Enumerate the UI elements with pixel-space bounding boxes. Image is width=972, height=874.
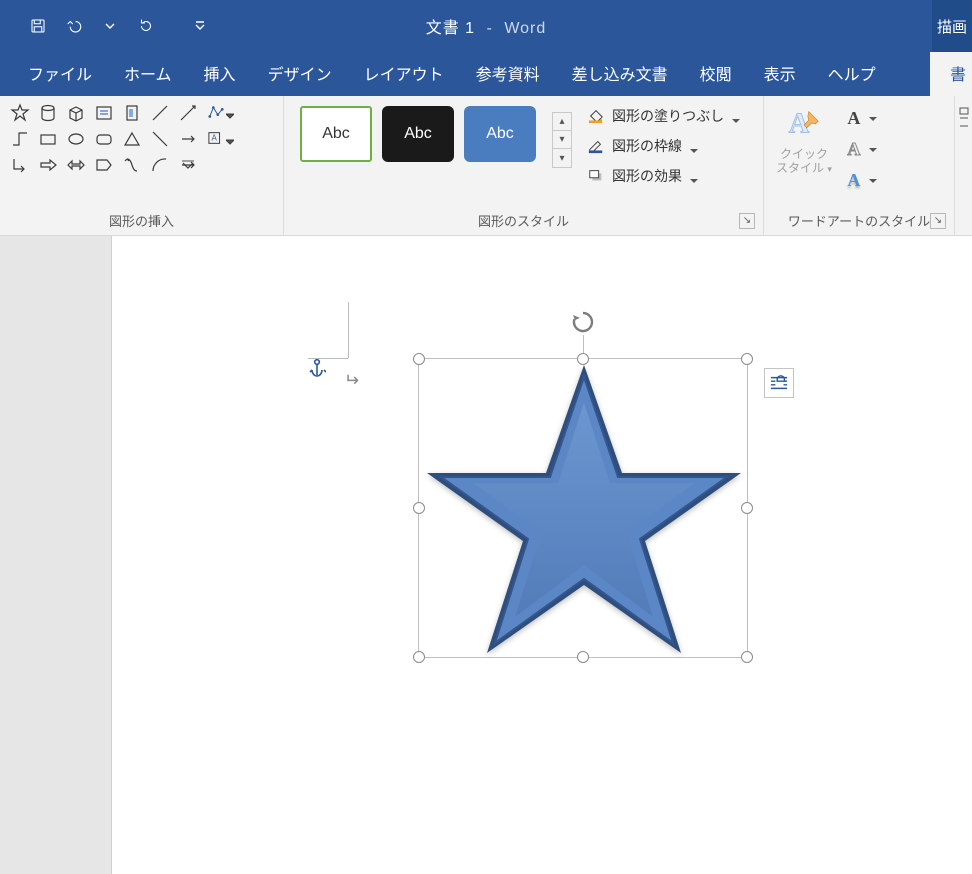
ribbon-tabs: ファイル ホーム 挿入 デザイン レイアウト 参考資料 差し込み文書 校閲 表示… <box>0 52 972 96</box>
shape-style-commands: 図形の塗りつぶし 図形の枠線 図形の効果 <box>582 100 744 188</box>
shape-star-icon[interactable] <box>6 100 34 126</box>
tab-mailings[interactable]: 差し込み文書 <box>556 51 684 96</box>
effects-icon <box>586 167 606 185</box>
shape-cylinder-icon[interactable] <box>34 100 62 126</box>
shape-oval-icon[interactable] <box>62 126 90 152</box>
shape-effects-button[interactable]: 図形の効果 <box>582 164 744 188</box>
contextual-tab-drawing[interactable]: 描画 <box>932 0 972 52</box>
draw-textbox-button[interactable]: A <box>205 126 235 150</box>
shape-side-buttons: A <box>205 100 235 150</box>
qat-customize-dropdown[interactable] <box>184 10 216 42</box>
style-thumb-2[interactable]: Abc <box>382 106 454 162</box>
quick-access-toolbar <box>0 10 216 42</box>
document-page[interactable]: ↵ <box>112 236 972 874</box>
shape-arrow-both-icon[interactable] <box>62 152 90 178</box>
shape-styles-launcher-icon[interactable]: ↘ <box>739 213 755 229</box>
tab-layout[interactable]: レイアウト <box>348 51 460 96</box>
ribbon-overflow[interactable] <box>954 96 972 235</box>
text-fill-button[interactable]: A <box>840 106 881 131</box>
shape-textbox-h-icon[interactable] <box>90 100 118 126</box>
shape-rectangle-icon[interactable] <box>34 126 62 152</box>
anchor-icon[interactable] <box>308 358 326 381</box>
shape-arc-icon[interactable] <box>146 152 174 178</box>
wordart-styles-launcher-icon[interactable]: ↘ <box>930 213 946 229</box>
tab-review[interactable]: 校閲 <box>684 51 748 96</box>
group-label-shape-styles: 図形のスタイル ↘ <box>290 211 757 233</box>
undo-dropdown[interactable] <box>94 10 126 42</box>
shape-cube-icon[interactable] <box>62 100 90 126</box>
chevron-down-icon <box>869 173 877 188</box>
group-label-wordart-styles: ワードアートのスタイル ↘ <box>770 211 948 233</box>
paint-bucket-icon <box>586 107 606 125</box>
workspace: ↵ <box>0 236 972 874</box>
shape-style-gallery[interactable]: Abc Abc Abc ▴ ▾ ▾ <box>290 100 576 168</box>
shape-arrow-right-icon[interactable] <box>34 152 62 178</box>
tab-format[interactable]: 書 <box>930 51 972 96</box>
tab-view[interactable]: 表示 <box>748 51 812 96</box>
style-thumb-3[interactable]: Abc <box>464 106 536 162</box>
shapes-row2-more-icon[interactable] <box>174 126 202 152</box>
chevron-down-icon <box>869 142 877 157</box>
chevron-down-icon <box>690 142 698 150</box>
tab-file[interactable]: ファイル <box>12 51 108 96</box>
style-scroll-up-icon[interactable]: ▴ <box>553 113 571 131</box>
shape-line-icon[interactable] <box>146 100 174 126</box>
text-outline-button[interactable]: A <box>840 137 881 162</box>
wordart-commands: A A A <box>838 100 883 193</box>
chevron-down-icon <box>732 112 740 120</box>
shapes-row1-more-icon[interactable] <box>174 100 202 126</box>
group-shape-styles: Abc Abc Abc ▴ ▾ ▾ 図形の塗りつぶし <box>284 96 764 235</box>
shape-outline-button[interactable]: 図形の枠線 <box>582 134 744 158</box>
tab-design[interactable]: デザイン <box>252 51 348 96</box>
style-thumb-1[interactable]: Abc <box>300 106 372 162</box>
text-effects-icon: A <box>844 170 864 191</box>
document-name: 文書 1 <box>426 20 475 37</box>
shape-triangle-icon[interactable] <box>118 126 146 152</box>
style-gallery-more-icon[interactable]: ▾ <box>553 149 571 167</box>
shape-pentagon-icon[interactable] <box>90 152 118 178</box>
group-insert-shapes: A 図形の挿入 <box>0 96 284 235</box>
repeat-button[interactable] <box>130 10 162 42</box>
ribbon: A 図形の挿入 Abc Abc Abc ▴ ▾ ▾ <box>0 96 972 236</box>
text-fill-icon: A <box>844 108 864 129</box>
tab-references[interactable]: 参考資料 <box>460 51 556 96</box>
wordart-big-icon: A <box>782 104 826 145</box>
shape-selection-frame[interactable] <box>418 358 748 658</box>
text-outline-icon: A <box>844 139 864 160</box>
group-wordart-styles: A クイック スタイル ▾ A A <box>764 96 954 235</box>
style-scroll-down-icon[interactable]: ▾ <box>553 131 571 149</box>
star-shape[interactable] <box>419 359 749 659</box>
tab-insert[interactable]: 挿入 <box>188 51 252 96</box>
rotate-handle-icon[interactable] <box>570 309 596 335</box>
tab-home[interactable]: ホーム <box>108 51 188 96</box>
text-effects-button[interactable]: A <box>840 168 881 193</box>
shape-textbox-v-icon[interactable] <box>118 100 146 126</box>
paragraph-mark-icon: ↵ <box>344 370 359 391</box>
chevron-down-icon <box>690 172 698 180</box>
group-label-insert-shapes: 図形の挿入 <box>6 211 277 233</box>
shape-roundrect-icon[interactable] <box>90 126 118 152</box>
tab-help[interactable]: ヘルプ <box>812 51 892 96</box>
shapes-gallery[interactable] <box>6 100 202 178</box>
title-bar: 文書 1 - Word 描画 <box>0 0 972 52</box>
edit-shape-button[interactable] <box>205 100 235 124</box>
shape-connector-icon[interactable] <box>6 126 34 152</box>
save-button[interactable] <box>22 10 54 42</box>
shape-fill-button[interactable]: 図形の塗りつぶし <box>582 104 744 128</box>
shapes-gallery-more-icon[interactable] <box>174 152 202 178</box>
svg-text:A: A <box>211 134 217 143</box>
chevron-down-icon <box>869 111 877 126</box>
navigation-pane[interactable] <box>0 236 112 874</box>
undo-button[interactable] <box>58 10 90 42</box>
shape-diagline-icon[interactable] <box>146 126 174 152</box>
pen-outline-icon <box>586 137 606 155</box>
quick-styles-button[interactable]: A クイック スタイル ▾ <box>770 100 838 176</box>
style-gallery-scroll: ▴ ▾ ▾ <box>552 112 572 168</box>
shape-flow-icon[interactable] <box>118 152 146 178</box>
layout-options-button[interactable] <box>764 368 794 398</box>
shape-elbow-arrow-icon[interactable] <box>6 152 34 178</box>
app-name: Word <box>504 20 546 37</box>
